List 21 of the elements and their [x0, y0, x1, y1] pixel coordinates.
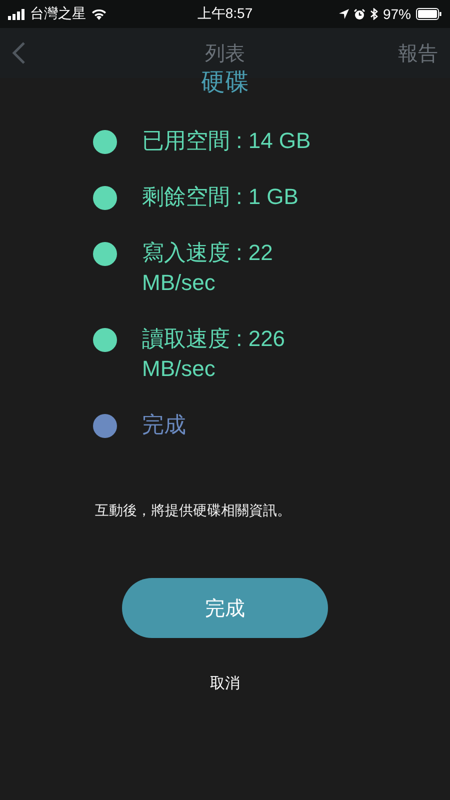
signal-icon: [8, 8, 25, 20]
info-text: 已用空間 : 14 GB: [142, 127, 312, 155]
cancel-button[interactable]: 取消: [210, 674, 240, 693]
info-text: 剩餘空間 : 1 GB: [142, 183, 300, 211]
carrier-name: 台灣之星: [30, 5, 86, 23]
info-text: 讀取速度 : 226 MB/sec: [142, 325, 286, 383]
bluetooth-icon: [370, 8, 378, 20]
battery-icon: [416, 8, 442, 20]
location-icon: [338, 9, 349, 19]
info-text: 完成: [142, 411, 187, 439]
info-text: 寫入速度 : 22 MB/sec: [142, 239, 274, 297]
clock-time: 上午8:57: [197, 5, 253, 23]
alarm-icon: [354, 8, 365, 20]
done-button[interactable]: 完成: [122, 578, 328, 638]
report-button[interactable]: 報告: [398, 40, 438, 66]
wifi-icon: [91, 8, 107, 20]
dialog-title: 硬碟: [201, 68, 249, 98]
nav-title: 列表: [205, 42, 245, 66]
back-icon[interactable]: [12, 41, 26, 65]
battery-percent: 97%: [382, 6, 411, 22]
hint-text: 互動後，將提供硬碟相關資訊。: [95, 502, 291, 520]
